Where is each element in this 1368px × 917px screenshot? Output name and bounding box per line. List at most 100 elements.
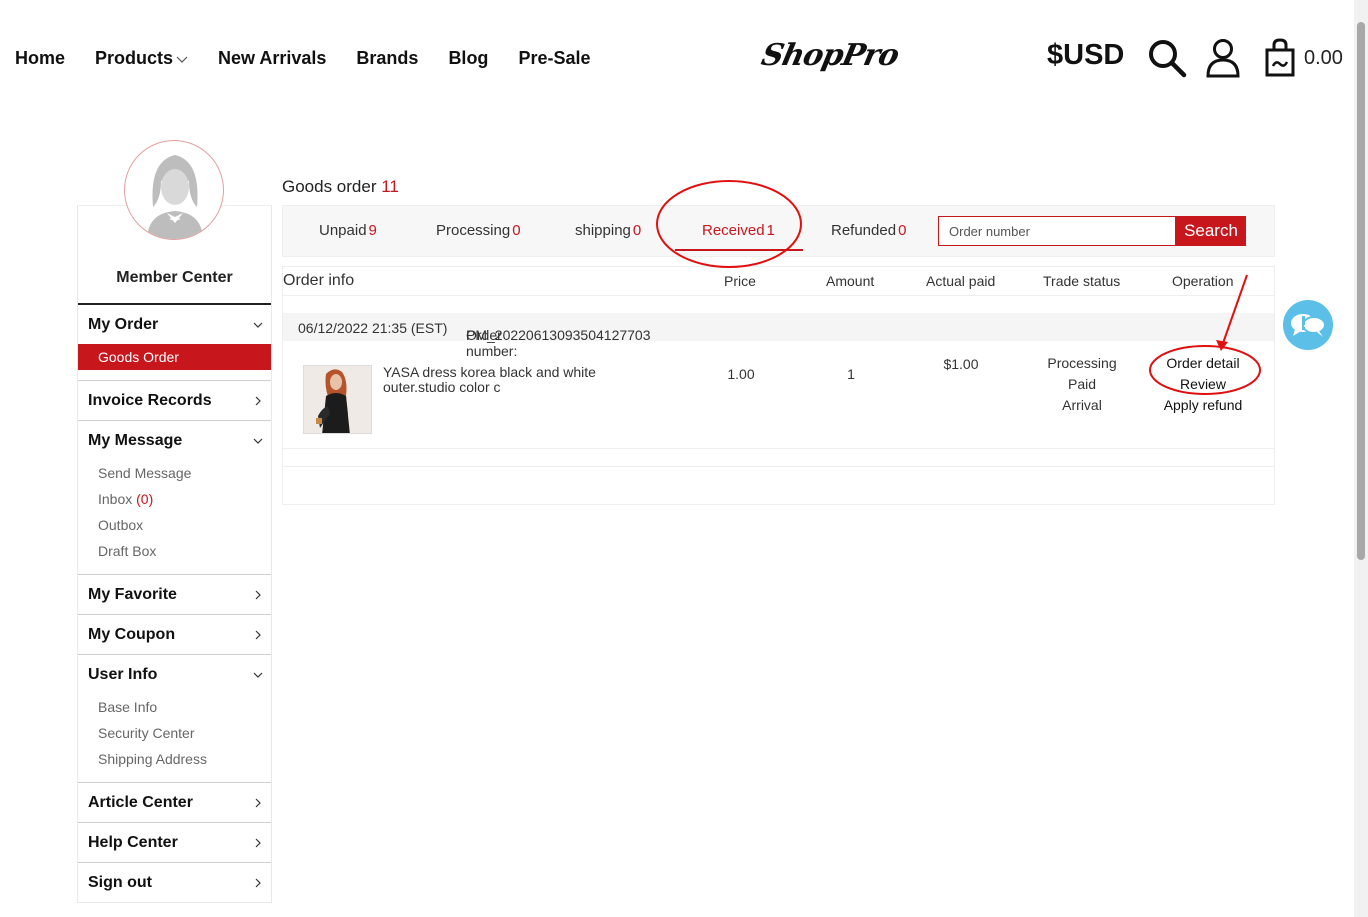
nav-brands[interactable]: Brands [356,48,418,69]
status-arrival: Arrival [1062,397,1102,413]
sidebar-item-security-center[interactable]: Security Center [78,720,271,746]
sidebar-help-label: Help Center [88,833,178,851]
sidebar-my-message[interactable]: My Message [78,421,271,460]
sidebar-item-send-message[interactable]: Send Message [78,460,271,486]
item-amount: 1 [847,366,855,382]
sidebar-invoice-records[interactable]: Invoice Records [78,381,271,420]
tab-refunded[interactable]: Refunded 0 [831,222,906,239]
sidebar-item-inbox[interactable]: Inbox (0) [78,486,271,512]
chevron-down-icon [253,322,263,328]
inbox-count-badge: (0) [136,491,154,507]
sidebar-article-center[interactable]: Article Center [78,783,271,822]
review-link[interactable]: Review [1148,374,1258,395]
tab-processing-label: Processing [436,222,511,239]
nav-blog-label: Blog [448,48,489,68]
active-tab-underline [675,249,803,251]
nav-home-label: Home [15,48,66,68]
sidebar-section-favorite: My Favorite [78,575,271,615]
sidebar-item-base-info[interactable]: Base Info [78,694,271,720]
nav-new-arrivals-label: New Arrivals [218,48,327,68]
sidebar-section-article: Article Center [78,783,271,823]
sidebar-message-list: Send Message Inbox (0) Outbox Draft Box [78,460,271,574]
order-number-search-input[interactable] [938,216,1176,246]
nav-new-arrivals[interactable]: New Arrivals [218,48,326,69]
sidebar-favorite-label: My Favorite [88,585,177,603]
sidebar-inbox-label: Inbox [98,491,133,507]
sidebar-signout-label: Sign out [88,873,152,891]
product-name[interactable]: YASA dress korea black and white outer.s… [383,365,633,395]
sidebar-section-user-info: User Info Base Info Security Center Ship… [78,655,271,783]
tab-received[interactable]: Received 1 [702,222,775,239]
avatar-placeholder-icon [147,155,203,239]
chevron-right-icon [255,396,261,405]
order-meta-row: 06/12/2022 21:35 (EST) Order number: PM_… [283,313,1274,359]
sidebar-item-outbox[interactable]: Outbox [78,512,271,538]
sidebar-sign-out[interactable]: Sign out [78,863,271,902]
chevron-right-icon [255,630,261,639]
nav-home[interactable]: Home [15,48,65,69]
col-order-info: Order info [283,272,355,289]
tab-unpaid-count: 9 [368,222,377,239]
page: Home Products New Arrivals Brands Blog P… [0,0,1368,917]
product-photo [304,366,371,433]
apply-refund-link[interactable]: Apply refund [1148,395,1258,416]
tab-unpaid[interactable]: Unpaid 9 [319,222,377,239]
order-total-count: 11 [381,177,399,196]
sidebar-my-favorite[interactable]: My Favorite [78,575,271,614]
chat-icon [1291,314,1326,337]
sidebar-item-shipping-address[interactable]: Shipping Address [78,746,271,772]
cart-total[interactable]: 0.00 [1304,47,1343,70]
page-title: Goods order 11 [282,177,399,197]
tab-received-count: 1 [766,222,775,239]
sidebar-article-label: Article Center [88,793,193,811]
nav-pre-sale[interactable]: Pre-Sale [518,48,590,69]
chevron-right-icon [255,590,261,599]
item-actual-paid: $1.00 [943,356,979,372]
sidebar-user-info[interactable]: User Info [78,655,271,694]
tab-shipping-count: 0 [632,222,642,239]
sidebar-section-coupon: My Coupon [78,615,271,655]
sidebar-my-message-label: My Message [88,431,183,449]
sidebar-item-draft-box[interactable]: Draft Box [78,538,271,564]
item-price: 1.00 [727,366,755,382]
sidebar-my-coupon[interactable]: My Coupon [78,615,271,654]
main-nav: Home Products New Arrivals Brands Blog P… [15,48,620,69]
tab-received-label: Received [702,222,765,239]
header-divider [283,295,1274,296]
operations: Order detail Review Apply refund [1148,353,1258,416]
sidebar-section-my-message: My Message Send Message Inbox (0) Outbox… [78,421,271,575]
col-actual-paid: Actual paid [926,273,996,289]
chevron-down-icon [253,438,263,444]
search-button[interactable]: Search [1176,216,1246,246]
page-scrollbar[interactable] [1354,0,1368,917]
chevron-right-icon [255,878,261,887]
chevron-down-icon [176,56,188,63]
currency-selector[interactable]: $USD [1047,39,1124,72]
sidebar-my-order[interactable]: My Order [78,305,271,344]
search-icon[interactable] [1147,38,1187,78]
shopping-bag-icon[interactable] [1264,38,1296,78]
tab-shipping-label: shipping [575,222,631,239]
col-price: Price [724,273,756,289]
col-trade-status: Trade status [1043,273,1121,289]
chevron-right-icon [255,838,261,847]
site-logo[interactable]: ShopPro [758,38,901,73]
nav-blog[interactable]: Blog [448,48,488,69]
tab-processing[interactable]: Processing 0 [436,222,521,239]
tab-refunded-count: 0 [898,222,907,239]
sidebar-help-center[interactable]: Help Center [78,823,271,862]
sidebar-user-info-label: User Info [88,665,158,683]
nav-products[interactable]: Products [95,48,188,69]
live-chat-button[interactable] [1283,300,1333,350]
order-date: 06/12/2022 21:35 (EST) [298,320,448,336]
tab-processing-count: 0 [512,222,521,239]
sidebar-section-signout: Sign out [78,863,271,902]
tab-shipping[interactable]: shipping 0 [575,222,641,239]
table-row: YASA dress korea black and white outer.s… [283,341,1274,449]
tab-unpaid-label: Unpaid [319,222,367,239]
order-detail-link[interactable]: Order detail [1148,353,1258,374]
user-icon[interactable] [1205,38,1241,78]
scrollbar-thumb[interactable] [1357,22,1365,560]
sidebar-item-goods-order[interactable]: Goods Order [78,344,271,370]
product-thumbnail[interactable] [303,365,372,434]
